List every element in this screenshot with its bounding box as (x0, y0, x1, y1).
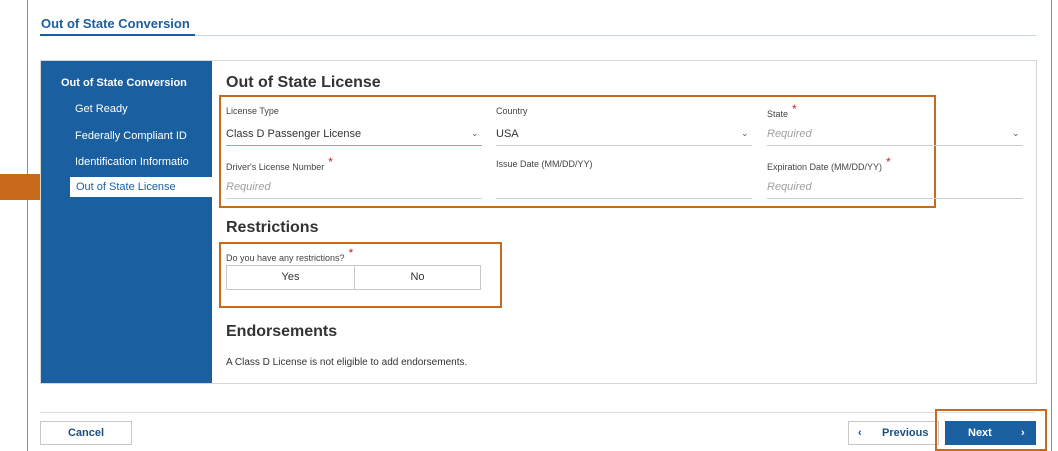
license-number-input[interactable]: Required (226, 181, 271, 193)
state-label-text: State (767, 109, 789, 119)
license-section-title: Out of State License (226, 74, 381, 91)
required-indicator: * (792, 102, 797, 116)
country-label: Country (496, 106, 528, 116)
restrictions-question-text: Do you have any restrictions? (226, 253, 345, 263)
country-select[interactable]: USA (496, 128, 519, 140)
state-label: State * (767, 102, 797, 120)
license-number-underline (226, 198, 482, 199)
issue-date-input[interactable] (496, 181, 746, 195)
required-indicator: * (328, 155, 333, 169)
chevron-left-icon: ‹ (858, 427, 862, 439)
sidebar-item-out-of-state-license[interactable]: Out of State License (70, 177, 212, 197)
issue-date-underline (496, 198, 752, 199)
sidebar-header: Out of State Conversion (61, 77, 187, 89)
restrictions-yes-button[interactable]: Yes (226, 265, 355, 290)
expiration-date-label: Expiration Date (MM/DD/YY) * (767, 155, 891, 173)
state-select[interactable]: Required (767, 128, 812, 140)
chevron-right-icon: › (1021, 427, 1025, 439)
frame-border-left (27, 0, 28, 451)
chevron-down-icon[interactable]: ⌄ (471, 128, 479, 139)
expiration-date-input[interactable]: Required (767, 181, 812, 193)
required-indicator: * (886, 155, 891, 169)
license-type-underline (226, 145, 482, 146)
frame-border-right (1051, 0, 1052, 451)
license-number-label-text: Driver's License Number (226, 162, 325, 172)
country-underline (496, 145, 752, 146)
required-indicator: * (348, 246, 354, 260)
restrictions-no-button[interactable]: No (354, 265, 481, 290)
state-underline (767, 145, 1023, 146)
page-title: Out of State Conversion (41, 16, 190, 31)
expiration-date-label-text: Expiration Date (MM/DD/YY) (767, 162, 883, 172)
sidebar-item-federally-compliant-id[interactable]: Federally Compliant ID (75, 130, 205, 142)
next-button[interactable]: Next › (945, 421, 1036, 445)
chevron-down-icon[interactable]: ⌄ (1012, 128, 1020, 139)
license-type-select[interactable]: Class D Passenger License (226, 128, 361, 140)
footer-divider (40, 412, 1036, 413)
previous-button-label: Previous (882, 427, 929, 439)
title-underline (40, 34, 195, 36)
next-button-label: Next (968, 427, 992, 439)
cancel-button[interactable]: Cancel (40, 421, 132, 445)
license-number-label: Driver's License Number * (226, 155, 333, 173)
restrictions-section-title: Restrictions (226, 219, 319, 236)
sidebar-item-identification-information[interactable]: Identification Informatio (75, 156, 205, 168)
endorsements-section-title: Endorsements (226, 323, 338, 340)
license-type-label: License Type (226, 106, 279, 116)
sidebar-item-get-ready[interactable]: Get Ready (75, 103, 205, 115)
sidebar: Out of State Conversion Get Ready Federa… (41, 61, 212, 383)
previous-button[interactable]: ‹ Previous (848, 421, 939, 445)
issue-date-label: Issue Date (MM/DD/YY) (496, 159, 593, 169)
expiration-date-underline (767, 198, 1023, 199)
chevron-down-icon[interactable]: ⌄ (741, 128, 749, 139)
restrictions-question: Do you have any restrictions? * (226, 246, 353, 264)
endorsements-message: A Class D License is not eligible to add… (226, 357, 468, 368)
